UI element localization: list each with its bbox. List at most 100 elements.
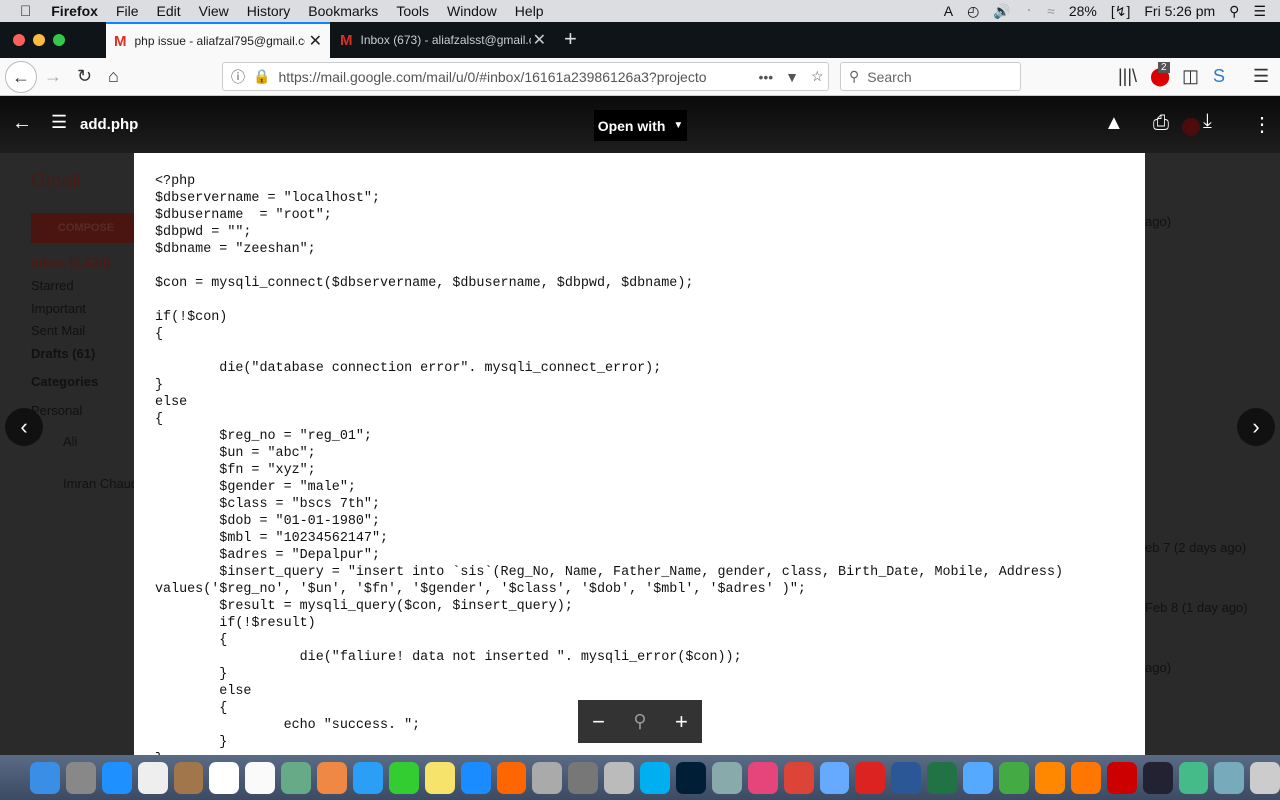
more-options-icon[interactable]: ⋮ [1252,112,1272,137]
hamburger-menu-icon[interactable]: ☰ [1253,66,1269,87]
download-icon[interactable]: ⤓ [1203,110,1212,133]
dock-preview-icon[interactable] [604,761,635,794]
menu-view[interactable]: View [199,3,229,19]
dock-app-store-icon[interactable] [460,761,491,794]
adobe-icon[interactable]: A [944,3,953,19]
time-machine-icon[interactable]: ◴ [967,3,979,20]
dock-stickies-icon[interactable] [424,761,455,794]
zoom-reset-icon[interactable]: ⚲ [633,711,646,732]
back-button[interactable]: ← [5,61,37,93]
dock-word-icon[interactable] [891,761,922,794]
spotlight-icon[interactable]: ⚲ [1229,3,1239,20]
zoom-out-button[interactable]: − [592,709,605,735]
previous-button[interactable]: ‹ [5,408,43,446]
apple-icon[interactable]:  [20,3,31,20]
folder-drafts: Drafts (61) [31,346,96,361]
zoom-window-button[interactable] [53,34,65,46]
contact-ali: Ali [63,434,78,449]
menu-app-name[interactable]: Firefox [51,3,98,19]
code-line: $dbservername = "localhost"; [155,191,380,206]
search-input[interactable]: ⚲ Search [840,62,1021,91]
dock-trash-icon[interactable] [1250,761,1280,794]
dock-instruments-icon[interactable] [963,761,994,794]
dock-vlc-icon[interactable] [1070,761,1101,794]
code-line: die("faliure! data not inserted ". mysql… [155,650,742,665]
menu-file[interactable]: File [116,3,139,19]
home-button[interactable]: ⌂ [108,66,119,87]
extension-s-icon[interactable]: S [1213,66,1225,87]
info-icon[interactable]: ⓘ [231,67,245,87]
battery-icon[interactable]: [↯] [1111,3,1131,20]
volume-icon[interactable]: 🔊 [993,3,1010,20]
url-text[interactable]: https://mail.google.com/mail/u/0/#inbox/… [278,69,748,85]
dock-chrome-icon[interactable] [783,761,814,794]
menu-tools[interactable]: Tools [396,3,429,19]
dock-wps-icon[interactable] [855,761,886,794]
dock-contacts-icon[interactable] [173,761,204,794]
menu-window[interactable]: Window [447,3,497,19]
dock-itunes-icon[interactable] [747,761,778,794]
dock-calendar-icon[interactable] [209,761,240,794]
dock-photos-icon[interactable] [317,761,348,794]
dock-excel-icon[interactable] [927,761,958,794]
library-icon[interactable]: |||\ [1118,66,1137,87]
dock-activity-icon[interactable] [1142,761,1173,794]
bookmark-star-icon[interactable]: ☆ [811,68,824,85]
dock-folder-icon[interactable] [1214,761,1245,794]
dock-messages-icon[interactable] [353,761,383,794]
next-button[interactable]: › [1237,408,1275,446]
wifi-icon[interactable]: ≈ [1047,3,1055,19]
print-icon[interactable]: ⎙ [1153,112,1169,135]
dock-xcode-icon[interactable] [819,761,850,794]
code-line: } [155,378,164,393]
page-actions-icon[interactable]: ••• [758,69,773,85]
dock-filezilla-icon[interactable] [1106,761,1137,794]
bluetooth-icon[interactable]: ᛫ [1025,3,1033,19]
tab-inbox[interactable]: M Inbox (673) - aliafzalsst@gmail.co ✕ [332,22,554,58]
code-line: <?php [155,174,196,189]
open-with-button[interactable]: Open with ▼ [594,110,687,141]
zoom-in-button[interactable]: + [675,709,688,735]
close-tab-icon[interactable]: ✕ [533,30,546,50]
pocket-icon[interactable]: ▼ [785,69,799,85]
menu-history[interactable]: History [247,3,291,19]
dock-books-icon[interactable] [496,761,527,794]
minimize-window-button[interactable] [33,34,45,46]
back-arrow-icon[interactable]: ← [12,112,32,135]
menu-bar:  Firefox File Edit View History Bookmar… [0,0,1280,22]
dock-atom-icon[interactable] [1178,761,1209,794]
menu-bookmarks[interactable]: Bookmarks [308,3,378,19]
new-tab-button[interactable]: + [564,26,577,52]
dock-image-icon[interactable] [711,761,742,794]
dock-firefox-icon[interactable] [1034,761,1065,794]
tab-php-issue[interactable]: M php issue - aliafzal795@gmail.co ✕ [106,22,330,58]
dock-utorrent-icon[interactable] [999,761,1029,794]
reload-button[interactable]: ↻ [77,66,92,87]
dock-preview-icon[interactable] [281,761,312,794]
dock-system-prefs-icon[interactable] [568,761,599,794]
url-bar[interactable]: ⓘ 🔒 https://mail.google.com/mail/u/0/#in… [222,62,829,91]
code-line: $gender = "male"; [155,480,356,495]
dock-dvd-icon[interactable] [532,761,563,794]
add-to-drive-icon[interactable]: ▲ [1104,112,1124,135]
close-tab-icon[interactable]: ✕ [309,31,322,51]
open-with-label: Open with [597,117,666,134]
dock-photoshop-icon[interactable] [676,761,706,794]
dock-notes-icon[interactable] [245,761,276,794]
battery-percent[interactable]: 28% [1069,3,1097,19]
menu-help[interactable]: Help [515,3,544,19]
clock[interactable]: Fri 5:26 pm [1144,3,1215,19]
dock-apps-icon[interactable] [137,761,168,794]
close-window-button[interactable] [13,34,25,46]
dock-launchpad-icon[interactable] [65,761,96,794]
dock-facetime-icon[interactable] [388,761,419,794]
folder-sent: Sent Mail [31,323,86,338]
dock-safari-icon[interactable] [101,761,132,794]
forward-button[interactable]: → [44,66,62,87]
dock-skype-icon[interactable] [640,761,671,794]
dock-finder-icon[interactable] [30,761,60,794]
notification-center-icon[interactable]: ☰ [1253,3,1266,20]
document-page: <?php $dbservername = "localhost"; $dbuser… [134,153,1145,755]
sidebar-icon[interactable]: ◫ [1182,66,1199,87]
menu-edit[interactable]: Edit [157,3,181,19]
